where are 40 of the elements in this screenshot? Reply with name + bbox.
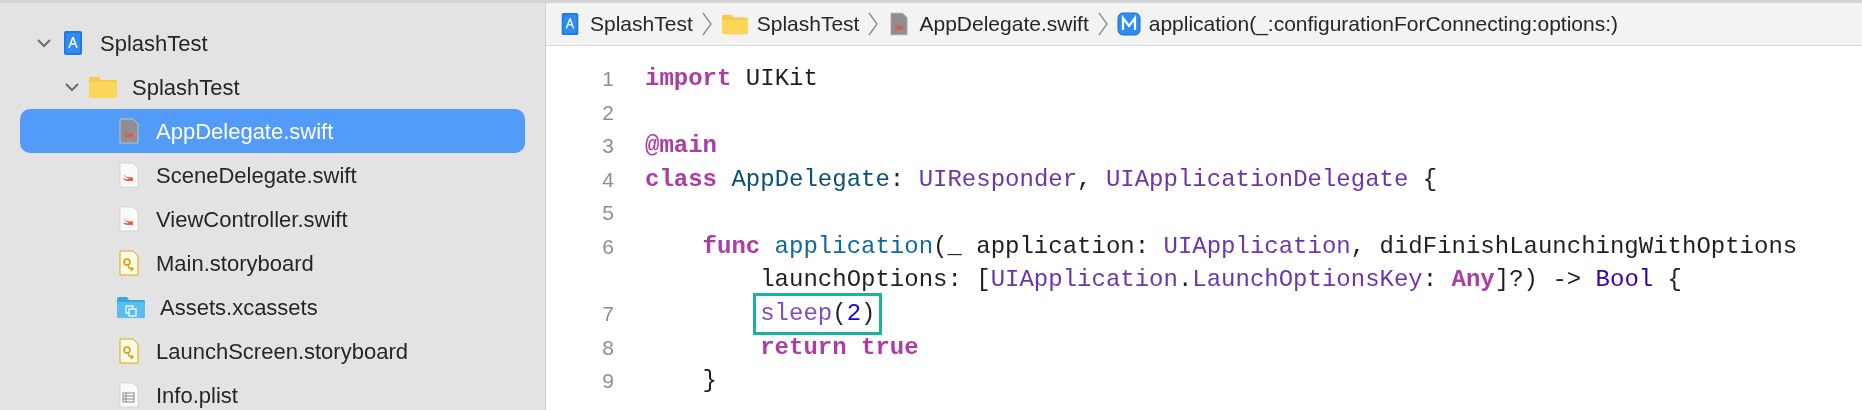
- folder-icon: [720, 12, 749, 36]
- swift-file-icon: [116, 118, 142, 144]
- code-line: @main: [645, 131, 717, 161]
- code-line: import UIKit: [645, 63, 818, 94]
- line-number: 8: [601, 334, 615, 361]
- navigator-item[interactable]: Main.storyboard: [20, 241, 525, 285]
- method-icon: [1116, 12, 1141, 36]
- line-number: 4: [601, 166, 615, 193]
- highlight-box: sleep(2): [753, 292, 883, 335]
- swift-file-icon: [116, 206, 142, 232]
- assets-folder-icon: [116, 294, 146, 320]
- storyboard-file-icon: [116, 250, 142, 276]
- breadcrumb-item[interactable]: application(_:configurationForConnecting:options:): [1116, 8, 1618, 40]
- breadcrumb-item[interactable]: AppDelegate.swift: [887, 8, 1089, 40]
- line-number: 3: [601, 133, 615, 160]
- code-line: }: [701, 366, 717, 397]
- line-number: 9: [601, 368, 615, 395]
- navigator-item[interactable]: Info.plist: [20, 373, 525, 410]
- navigator-item[interactable]: LaunchScreen.storyboard: [20, 329, 525, 373]
- code-line: return true: [759, 332, 919, 363]
- code-line: class AppDelegate: UIResponder, UIApplicationDelegate {: [645, 164, 1438, 195]
- swift-file-icon: [116, 162, 142, 188]
- navigator-item[interactable]: Assets.xcassets: [20, 285, 525, 329]
- folder-icon: [88, 74, 118, 100]
- line-number: 6: [601, 234, 615, 260]
- chevron-icon: [867, 11, 880, 37]
- navigator-item[interactable]: SplashTest: [20, 65, 525, 109]
- breadcrumb-item[interactable]: SplashTest: [558, 8, 693, 40]
- line-number: 2: [601, 99, 615, 126]
- chevron-icon: [1096, 11, 1109, 37]
- navigator-item[interactable]: ViewController.swift: [20, 197, 525, 241]
- storyboard-file-icon: [116, 338, 142, 364]
- code-line: func application(_ application: UIApplication, didFinishLaunchingWithOptions: [701, 231, 1798, 262]
- navigator-item[interactable]: SceneDelegate.swift: [20, 153, 525, 197]
- line-number: 5: [601, 200, 615, 227]
- line-number: 7: [601, 301, 615, 328]
- chevron-icon: [700, 11, 713, 37]
- line-number: 1: [601, 66, 615, 93]
- breadcrumb-item[interactable]: SplashTest: [720, 8, 860, 40]
- navigator-item[interactable]: SplashTest: [20, 21, 525, 65]
